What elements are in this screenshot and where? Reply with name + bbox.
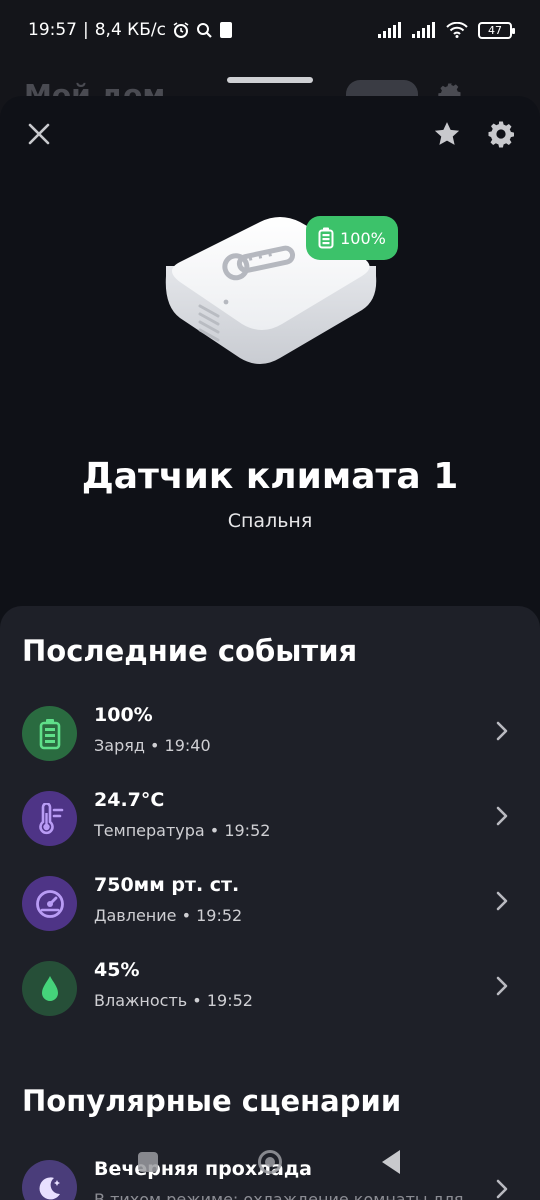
status-bar: 19:57 | 8,4 КБ/с 47	[0, 0, 540, 60]
chevron-right-icon	[490, 886, 514, 916]
gauge-icon	[22, 876, 77, 931]
signal-icon-2	[412, 22, 436, 38]
event-row-humidity[interactable]: 45% Влажность • 19:52	[0, 953, 540, 1023]
star-icon	[434, 122, 460, 145]
system-navigation-bar	[0, 1140, 540, 1200]
recents-button[interactable]	[138, 1152, 158, 1172]
gear-icon	[488, 121, 514, 148]
signal-icon	[378, 22, 402, 38]
event-subtitle: Давление • 19:52	[94, 906, 243, 925]
status-separator: |	[83, 20, 89, 40]
event-value: 750мм рт. ст.	[94, 874, 240, 896]
battery-status-icon: 47	[478, 21, 515, 39]
device-name: Датчик климата 1	[81, 456, 459, 497]
event-value: 45%	[94, 959, 140, 981]
status-speed: 8,4 КБ/с	[94, 20, 166, 40]
event-subtitle: Заряд • 19:40	[94, 736, 211, 755]
status-bar-right: 47	[378, 21, 515, 39]
alarm-icon	[172, 21, 190, 39]
wifi-icon	[446, 22, 468, 38]
favorite-button[interactable]	[430, 116, 464, 152]
chevron-right-icon	[490, 801, 514, 831]
search-icon	[196, 22, 213, 39]
battery-icon	[22, 706, 77, 761]
battery-icon	[318, 227, 334, 249]
event-row-battery[interactable]: 100% Заряд • 19:40	[0, 698, 540, 768]
event-value: 24.7°C	[94, 789, 165, 811]
close-icon	[28, 123, 50, 145]
sheet-drag-handle[interactable]	[227, 77, 313, 83]
battery-badge-label: 100%	[340, 228, 386, 248]
scenarios-section-title: Популярные сценарии	[22, 1084, 402, 1118]
event-row-pressure[interactable]: 750мм рт. ст. Давление • 19:52	[0, 868, 540, 938]
thermometer-icon	[22, 791, 77, 846]
event-value: 100%	[94, 704, 153, 726]
chevron-right-icon	[490, 716, 514, 746]
droplet-icon	[22, 961, 77, 1016]
event-subtitle: Температура • 19:52	[94, 821, 271, 840]
status-time: 19:57	[28, 20, 77, 40]
close-button[interactable]	[24, 116, 54, 152]
sheet-top-actions	[0, 116, 540, 152]
settings-button[interactable]	[484, 116, 518, 152]
event-subtitle: Влажность • 19:52	[94, 991, 253, 1010]
notification-icon	[219, 21, 233, 39]
status-bar-left: 19:57 | 8,4 КБ/с	[28, 20, 233, 40]
chevron-right-icon	[490, 971, 514, 1001]
battery-badge: 100%	[306, 216, 398, 260]
device-sheet: 100% Датчик климата 1 Спальня Последние …	[0, 96, 540, 1200]
home-button[interactable]	[258, 1150, 282, 1174]
content-card: Последние события 100% Заряд • 19:40 24.…	[0, 606, 540, 1200]
event-row-temperature[interactable]: 24.7°C Температура • 19:52	[0, 783, 540, 853]
device-room: Спальня	[227, 510, 313, 532]
back-button[interactable]	[382, 1150, 400, 1174]
events-section-title: Последние события	[22, 634, 358, 668]
